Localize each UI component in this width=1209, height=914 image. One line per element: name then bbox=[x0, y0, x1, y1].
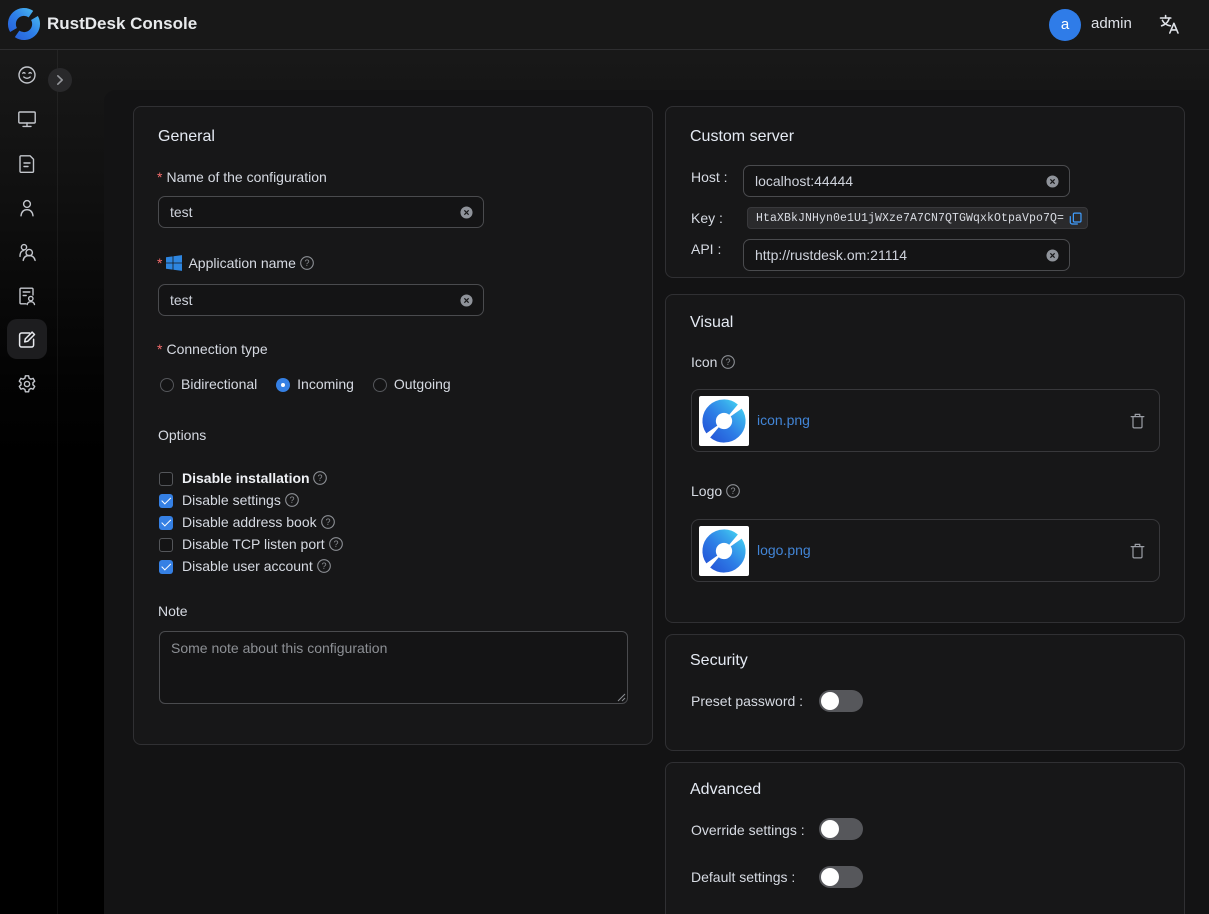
svg-text:?: ? bbox=[321, 561, 326, 571]
svg-text:?: ? bbox=[731, 486, 736, 496]
svg-text:?: ? bbox=[325, 517, 330, 527]
svg-text:?: ? bbox=[289, 495, 294, 505]
svg-text:?: ? bbox=[726, 357, 731, 367]
svg-text:?: ? bbox=[318, 473, 323, 483]
svg-text:?: ? bbox=[333, 539, 338, 549]
svg-text:?: ? bbox=[304, 258, 309, 268]
